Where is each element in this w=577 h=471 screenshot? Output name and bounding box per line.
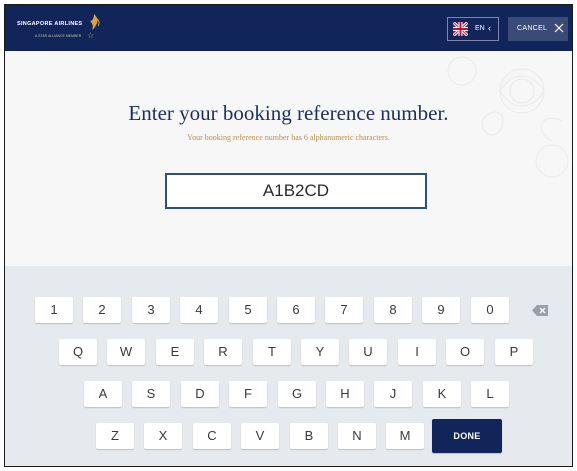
key-5[interactable]: 5 [229,297,267,323]
key-label: 6 [292,302,300,317]
key-k[interactable]: K [423,381,461,407]
key-8[interactable]: 8 [374,297,412,323]
key-label: 9 [437,302,445,317]
bird-logo-icon [90,14,100,30]
key-7[interactable]: 7 [325,297,363,323]
key-label: U [363,344,373,359]
floral-pattern-decoration [447,56,569,178]
key-c[interactable]: C [193,423,231,449]
key-label: Q [72,344,84,359]
key-d[interactable]: D [181,381,219,407]
key-s[interactable]: S [132,381,170,407]
backspace-icon [532,305,548,316]
key-label: N [352,428,362,443]
key-label: R [218,344,228,359]
key-label: T [268,344,276,359]
key-label: 5 [244,302,252,317]
booking-reference-input[interactable] [165,173,427,209]
key-2[interactable]: 2 [83,297,121,323]
key-l[interactable]: L [471,381,509,407]
key-u[interactable]: U [349,339,387,365]
key-label: C [207,428,217,443]
key-label: 3 [147,302,155,317]
key-label: P [509,344,519,359]
done-button[interactable]: DONE [432,419,502,453]
key-q[interactable]: Q [59,339,97,365]
key-h[interactable]: H [326,381,364,407]
main-content: Enter your booking reference number. You… [5,51,572,266]
key-p[interactable]: P [495,339,533,365]
key-label: X [158,428,168,443]
key-label: 7 [340,302,348,317]
key-9[interactable]: 9 [422,297,460,323]
key-label: V [255,428,265,443]
key-f[interactable]: F [229,381,267,407]
key-label: D [195,386,205,401]
key-label: W [119,344,133,359]
close-icon [554,23,564,33]
key-label: K [437,386,447,401]
key-e[interactable]: E [156,339,194,365]
key-j[interactable]: J [374,381,412,407]
key-label: L [486,386,494,401]
key-label: M [399,428,411,443]
key-x[interactable]: X [144,423,182,449]
key-b[interactable]: B [290,423,328,449]
key-label: S [146,386,156,401]
key-o[interactable]: O [446,339,484,365]
on-screen-keyboard: 1 2 3 4 5 6 7 8 9 0 Q W E R T Y U I O P A S D F G H J K L Z X C V B N M DONE [5,266,572,466]
key-label: B [304,428,314,443]
cancel-button[interactable]: CANCEL [508,17,568,41]
key-label: G [291,386,303,401]
page-subtitle: Your booking reference number has 6 alph… [187,133,390,142]
key-t[interactable]: T [253,339,291,365]
key-label: F [244,386,252,401]
key-z[interactable]: Z [96,423,134,449]
key-label: J [389,386,397,401]
key-m[interactable]: M [386,423,424,449]
key-label: 1 [50,302,58,317]
key-i[interactable]: I [398,339,436,365]
page-title: Enter your booking reference number. [128,101,449,125]
key-1[interactable]: 1 [35,297,73,323]
backspace-key[interactable] [521,297,559,323]
done-label: DONE [453,431,481,441]
star-alliance-icon: ☆ [87,31,95,40]
key-4[interactable]: 4 [180,297,218,323]
key-label: Y [315,344,325,359]
kiosk-screen: SINGAPORE AIRLINES A STAR ALLIANCE MEMBE… [4,4,573,467]
key-label: A [98,386,108,401]
key-n[interactable]: N [338,423,376,449]
language-label: EN [475,25,485,32]
key-label: 0 [486,302,494,317]
key-v[interactable]: V [241,423,279,449]
key-3[interactable]: 3 [132,297,170,323]
key-a[interactable]: A [84,381,122,407]
uk-flag-icon [453,22,468,36]
airline-logo: SINGAPORE AIRLINES A STAR ALLIANCE MEMBE… [17,14,107,43]
key-w[interactable]: W [107,339,145,365]
key-6[interactable]: 6 [277,297,315,323]
key-label: Z [111,428,119,443]
key-label: 8 [389,302,397,317]
key-label: H [340,386,350,401]
key-label: E [170,344,180,359]
header-bar: SINGAPORE AIRLINES A STAR ALLIANCE MEMBE… [5,5,572,51]
key-label: 2 [98,302,106,317]
key-g[interactable]: G [278,381,316,407]
brand-tagline: A STAR ALLIANCE MEMBER [35,34,82,38]
key-0[interactable]: 0 [471,297,509,323]
key-y[interactable]: Y [301,339,339,365]
brand-name: SINGAPORE AIRLINES [17,21,83,27]
key-r[interactable]: R [204,339,242,365]
language-button[interactable]: EN ‹ [447,17,499,41]
key-label: O [459,344,471,359]
chevron-left-icon: ‹ [488,23,491,33]
key-label: 4 [195,302,203,317]
cancel-label: CANCEL [517,25,548,32]
key-label: I [415,344,419,359]
